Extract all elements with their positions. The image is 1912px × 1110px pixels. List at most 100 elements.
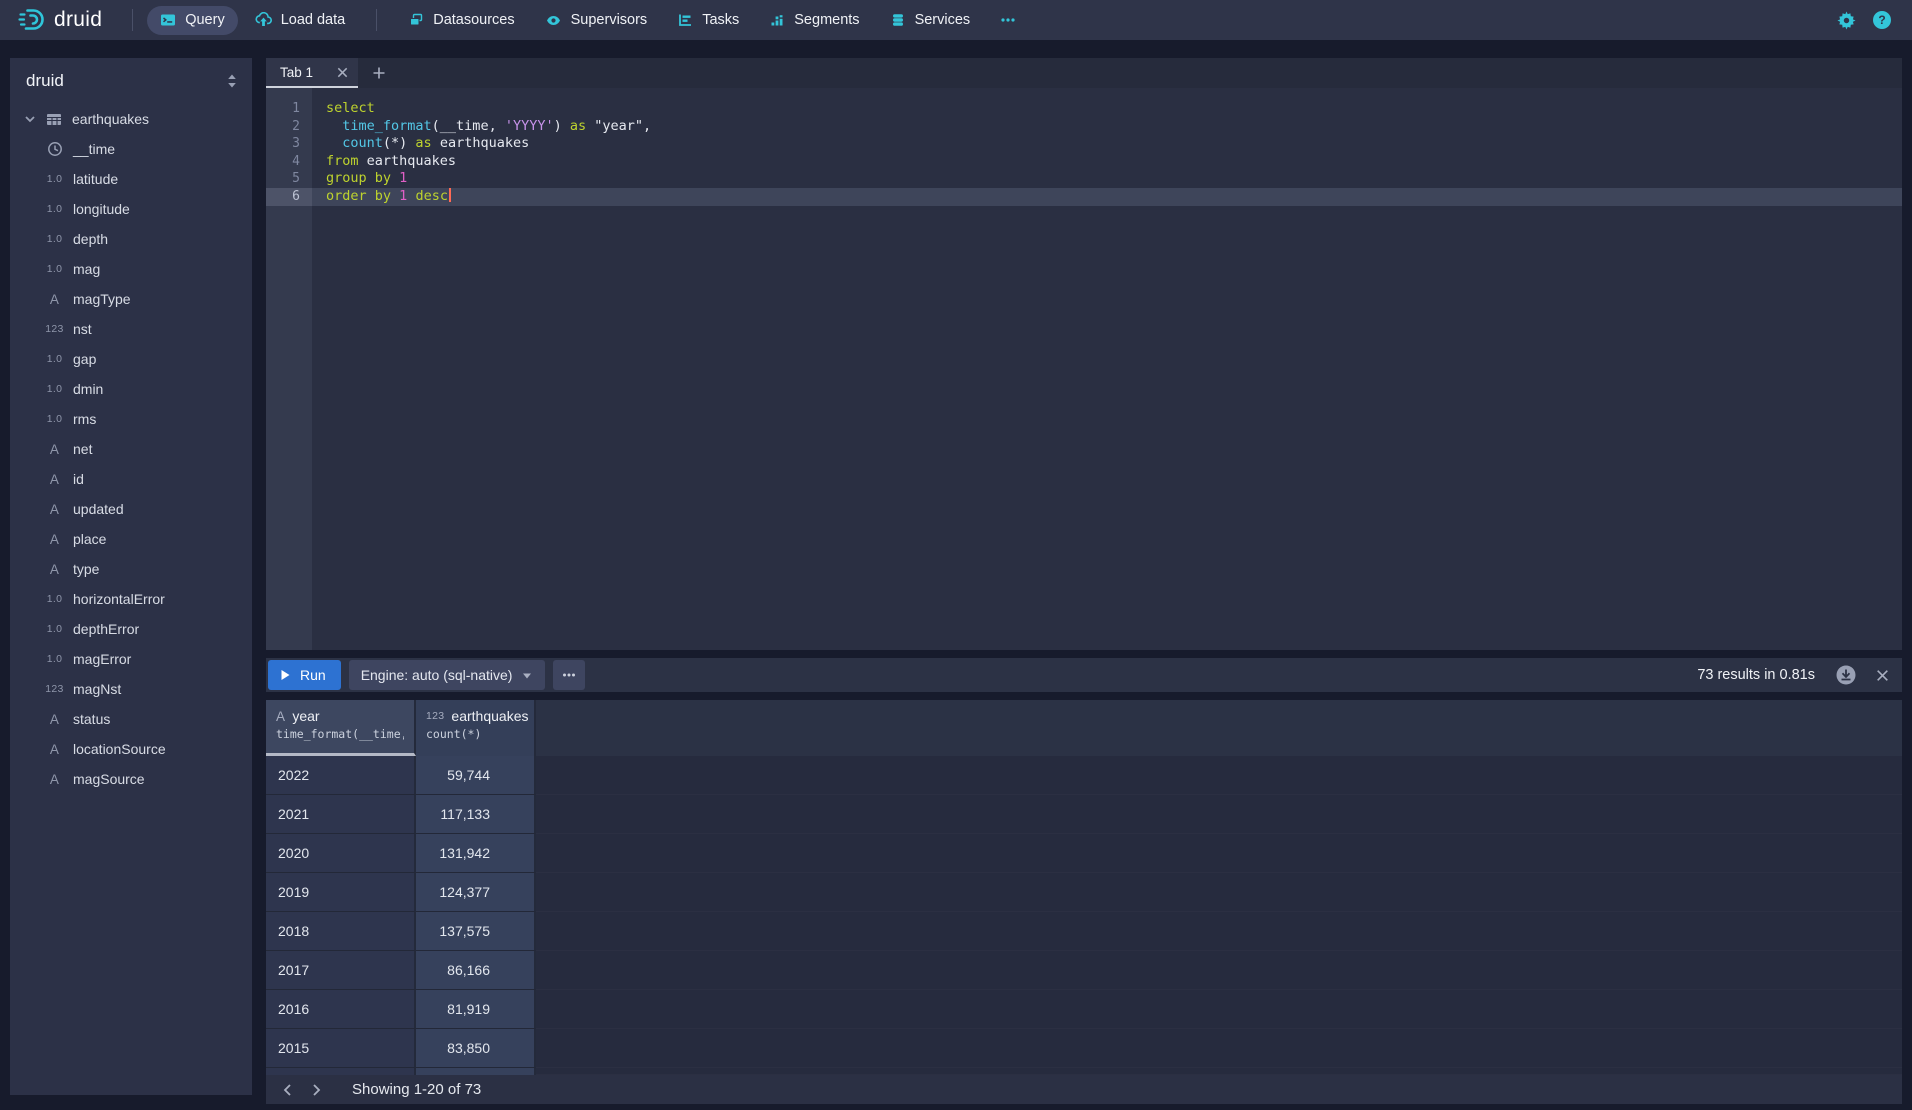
nav-item-supervisors[interactable]: Supervisors: [532, 6, 661, 35]
row-filler: [536, 756, 1902, 795]
column-item-place[interactable]: Aplace: [10, 524, 252, 554]
float-type-icon: 1.0: [47, 413, 63, 425]
column-item-longitude[interactable]: 1.0longitude: [10, 194, 252, 224]
chevron-down-icon[interactable]: [22, 112, 38, 126]
sql-editor: 123456 select time_format(__time, 'YYYY'…: [266, 88, 1902, 650]
run-button[interactable]: Run: [268, 660, 341, 690]
cell-year[interactable]: 2017: [266, 951, 416, 990]
plus-icon: [372, 66, 386, 80]
column-item-latitude[interactable]: 1.0latitude: [10, 164, 252, 194]
nav-item-more[interactable]: [987, 6, 1029, 35]
cell-earthquakes[interactable]: 131,942: [416, 834, 536, 873]
table-row: 2019124,377: [266, 873, 1902, 912]
column-item-id[interactable]: Aid: [10, 464, 252, 494]
int-type-icon: 123: [45, 323, 63, 335]
string-type-icon: A: [276, 709, 285, 724]
code-line-5: group by 1: [312, 170, 1902, 188]
nav-item-datasources[interactable]: Datasources: [395, 6, 527, 35]
column-item-dmin[interactable]: 1.0dmin: [10, 374, 252, 404]
tab-1[interactable]: Tab 1: [266, 58, 358, 88]
column-item-nst[interactable]: 123nst: [10, 314, 252, 344]
nav-item-services[interactable]: Services: [877, 6, 984, 35]
column-item-net[interactable]: Anet: [10, 434, 252, 464]
column-item-type[interactable]: Atype: [10, 554, 252, 584]
run-bar: Run Engine: auto (sql-native) 73 results…: [266, 658, 1902, 692]
column-item-rms[interactable]: 1.0rms: [10, 404, 252, 434]
nav-divider: [132, 9, 133, 31]
row-filler: [536, 873, 1902, 912]
column-label: magType: [73, 291, 131, 307]
cell-earthquakes[interactable]: 81,919: [416, 990, 536, 1029]
download-results-button[interactable]: [1835, 664, 1857, 686]
next-page-button[interactable]: [302, 1077, 330, 1103]
cell-earthquakes[interactable]: 59,744: [416, 756, 536, 795]
row-filler: [536, 951, 1902, 990]
cell-earthquakes[interactable]: 124,377: [416, 873, 536, 912]
column-name: earthquakes: [451, 708, 528, 724]
editor-gutter: 123456: [266, 88, 312, 650]
column-header-earthquakes[interactable]: 123 earthquakes count(*): [416, 700, 536, 756]
column-item-updated[interactable]: Aupdated: [10, 494, 252, 524]
column-label: updated: [73, 501, 124, 517]
column-item-mag[interactable]: 1.0mag: [10, 254, 252, 284]
nav-item-segments[interactable]: Segments: [756, 6, 872, 35]
double-caret-vertical-icon[interactable]: [225, 73, 239, 89]
cell-earthquakes[interactable]: 83,850: [416, 1029, 536, 1068]
cell-year[interactable]: 2022: [266, 756, 416, 795]
column-header-year[interactable]: A year time_format(__time, …: [266, 700, 416, 756]
column-label: id: [73, 471, 84, 487]
cell-earthquakes[interactable]: 117,133: [416, 795, 536, 834]
nav-item-query[interactable]: Query: [147, 6, 238, 35]
query-more-button[interactable]: [553, 660, 585, 690]
cell-year[interactable]: 2016: [266, 990, 416, 1029]
sql-code-area[interactable]: select time_format(__time, 'YYYY') as "y…: [312, 88, 1902, 650]
string-type-icon: A: [50, 742, 59, 757]
engine-selector[interactable]: Engine: auto (sql-native): [349, 660, 546, 690]
float-type-icon: 1.0: [47, 593, 63, 605]
schema-selector[interactable]: druid: [10, 58, 252, 100]
pagination-status: Showing 1-20 of 73: [352, 1081, 481, 1098]
column-item-gap[interactable]: 1.0gap: [10, 344, 252, 374]
previous-page-button[interactable]: [274, 1077, 302, 1103]
settings-button[interactable]: [1837, 11, 1856, 30]
cell-year[interactable]: 2015: [266, 1029, 416, 1068]
line-number: 6: [266, 188, 312, 206]
column-item-magSource[interactable]: AmagSource: [10, 764, 252, 794]
gear-icon: [1837, 11, 1856, 30]
nav-item-tasks[interactable]: Tasks: [664, 6, 752, 35]
more-dots-icon: [561, 667, 577, 683]
cell-year[interactable]: 2018: [266, 912, 416, 951]
nav-item-load-data[interactable]: Load data: [242, 6, 359, 35]
add-tab-button[interactable]: [358, 58, 400, 88]
cell-year[interactable]: 2020: [266, 834, 416, 873]
close-tab-icon[interactable]: [336, 66, 349, 79]
table-row: 2018137,575: [266, 912, 1902, 951]
cell-year[interactable]: 2021: [266, 795, 416, 834]
help-icon: ?: [1872, 10, 1892, 30]
close-results-button[interactable]: [1875, 668, 1890, 683]
number-type-icon: 123: [426, 710, 444, 722]
column-item-magError[interactable]: 1.0magError: [10, 644, 252, 674]
help-button[interactable]: ?: [1872, 10, 1892, 30]
column-item-locationSource[interactable]: AlocationSource: [10, 734, 252, 764]
nav-item-label: Datasources: [433, 12, 514, 28]
column-item-horizontalError[interactable]: 1.0horizontalError: [10, 584, 252, 614]
column-item-earthquakes[interactable]: earthquakes: [10, 104, 252, 134]
druid-home-link[interactable]: druid: [12, 6, 118, 34]
nav-item-label: Services: [915, 12, 971, 28]
cell-earthquakes[interactable]: 86,166: [416, 951, 536, 990]
column-item-status[interactable]: Astatus: [10, 704, 252, 734]
cell-earthquakes[interactable]: 137,575: [416, 912, 536, 951]
column-item-depthError[interactable]: 1.0depthError: [10, 614, 252, 644]
column-item-depth[interactable]: 1.0depth: [10, 224, 252, 254]
column-item-magNst[interactable]: 123magNst: [10, 674, 252, 704]
line-number: 5: [266, 170, 312, 188]
column-item-__time[interactable]: __time: [10, 134, 252, 164]
cell-year[interactable]: 2019: [266, 873, 416, 912]
string-type-icon: A: [50, 292, 59, 307]
column-expression: count(*): [426, 727, 524, 741]
gantt-chart-icon: [677, 12, 693, 28]
column-item-magType[interactable]: AmagType: [10, 284, 252, 314]
column-label: gap: [73, 351, 96, 367]
nav-items: QueryLoad data Datasources SupervisorsTask…: [147, 6, 1029, 35]
